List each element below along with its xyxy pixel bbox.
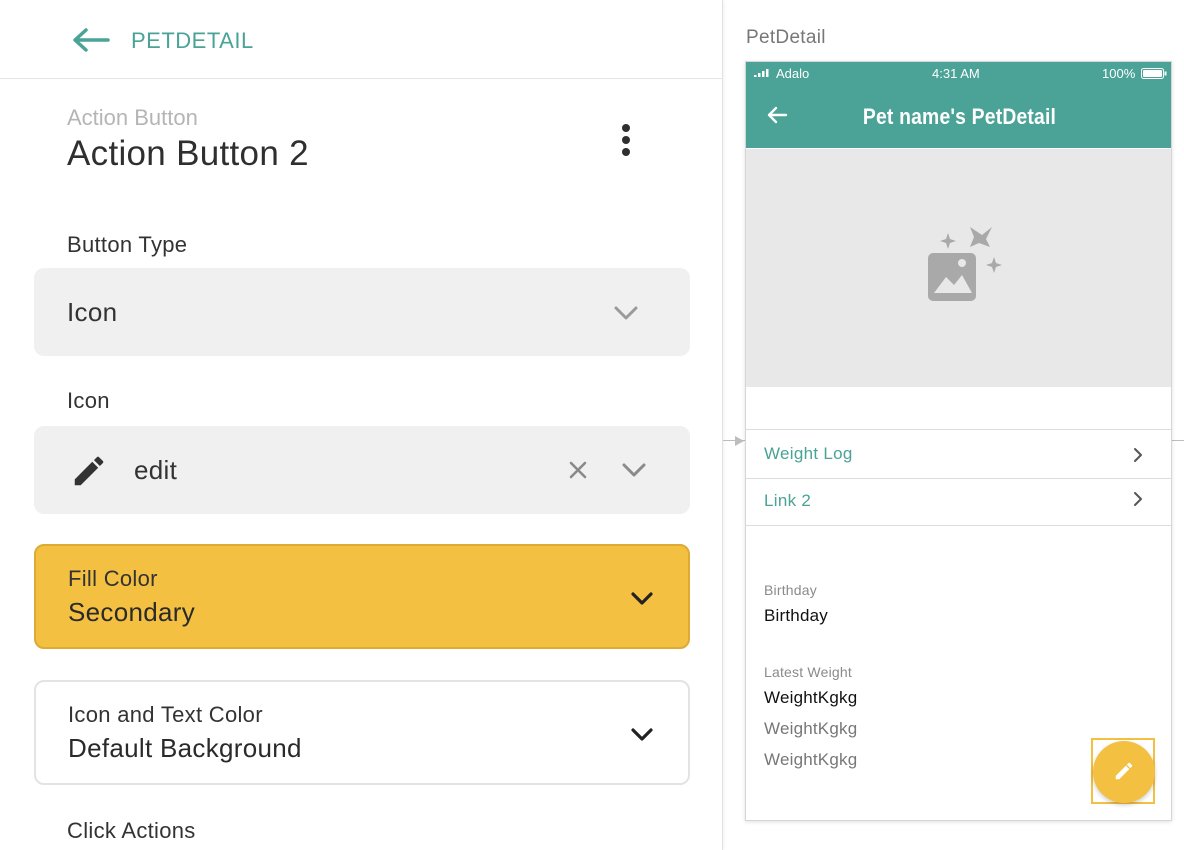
icon-text-color-label: Icon and Text Color	[68, 702, 263, 727]
fill-color-value: Secondary	[68, 597, 195, 627]
phone-preview: Adalo 4:31 AM 100% Pet name's PetDetail …	[745, 61, 1172, 821]
screen-title: Pet name's PetDetail	[862, 104, 1057, 129]
click-actions-label: Click Actions	[67, 818, 196, 843]
weight-value: WeightKgkg	[764, 750, 858, 769]
chevron-right-icon	[1134, 448, 1142, 462]
icon-label: Icon	[67, 388, 110, 413]
chevron-down-icon	[631, 728, 653, 741]
action-button-2[interactable]	[1093, 741, 1155, 803]
fill-color-select[interactable]: Fill Color Secondary	[34, 544, 690, 649]
birthday-value: Birthday	[764, 606, 828, 625]
signal-icon	[754, 69, 769, 77]
link-connector-out	[1172, 440, 1184, 441]
more-options-icon[interactable]	[612, 120, 640, 160]
icon-text-color-select[interactable]: Icon and Text Color Default Background	[34, 680, 690, 785]
screen-name[interactable]: PetDetail	[746, 27, 826, 49]
image-placeholder	[746, 149, 1171, 387]
properties-panel: PETDETAIL Action Button Action Button 2 …	[0, 0, 723, 850]
action-button-selection	[1091, 738, 1155, 804]
icon-select[interactable]: edit	[34, 426, 690, 514]
button-type-label: Button Type	[67, 232, 188, 257]
back-title[interactable]: PETDETAIL	[131, 28, 254, 54]
list-item-label: Weight Log	[764, 444, 853, 463]
carrier-name: Adalo	[776, 66, 810, 81]
status-time: 4:31 AM	[932, 66, 980, 81]
edit-pencil-icon	[1115, 762, 1133, 780]
battery-icon	[1141, 68, 1167, 79]
fill-color-label: Fill Color	[68, 566, 158, 591]
weight-value: WeightKgkg	[764, 719, 858, 738]
button-type-value: Icon	[67, 297, 118, 327]
icon-text-color-value: Default Background	[68, 733, 302, 763]
panel-header: PETDETAIL	[0, 0, 722, 79]
latest-weight-label: Latest Weight	[764, 664, 852, 680]
button-type-select[interactable]: Icon	[34, 268, 690, 356]
divider	[746, 525, 1171, 526]
list-item-weight-log[interactable]: Weight Log	[746, 430, 1171, 477]
app-bar: Pet name's PetDetail	[746, 84, 1171, 148]
icon-value: edit	[134, 455, 178, 485]
edit-pencil-icon	[74, 456, 104, 486]
weight-value: WeightKgkg	[764, 688, 858, 707]
chevron-down-icon	[631, 592, 653, 605]
birthday-label: Birthday	[764, 582, 817, 598]
back-arrow-icon[interactable]	[70, 26, 110, 54]
chevron-down-icon	[614, 306, 638, 320]
image-placeholder-icon	[928, 227, 1002, 301]
battery-percent: 100%	[1102, 66, 1136, 81]
component-name[interactable]: Action Button 2	[67, 134, 309, 174]
clear-icon[interactable]	[568, 460, 588, 480]
chevron-down-icon[interactable]	[620, 460, 648, 480]
component-kind: Action Button	[67, 105, 198, 130]
list-item-link-2[interactable]: Link 2	[746, 478, 1171, 525]
status-bar: Adalo 4:31 AM 100%	[746, 62, 1171, 84]
list-item-label: Link 2	[764, 491, 812, 510]
chevron-right-icon	[1134, 492, 1142, 506]
link-connector-arrow	[735, 436, 744, 446]
